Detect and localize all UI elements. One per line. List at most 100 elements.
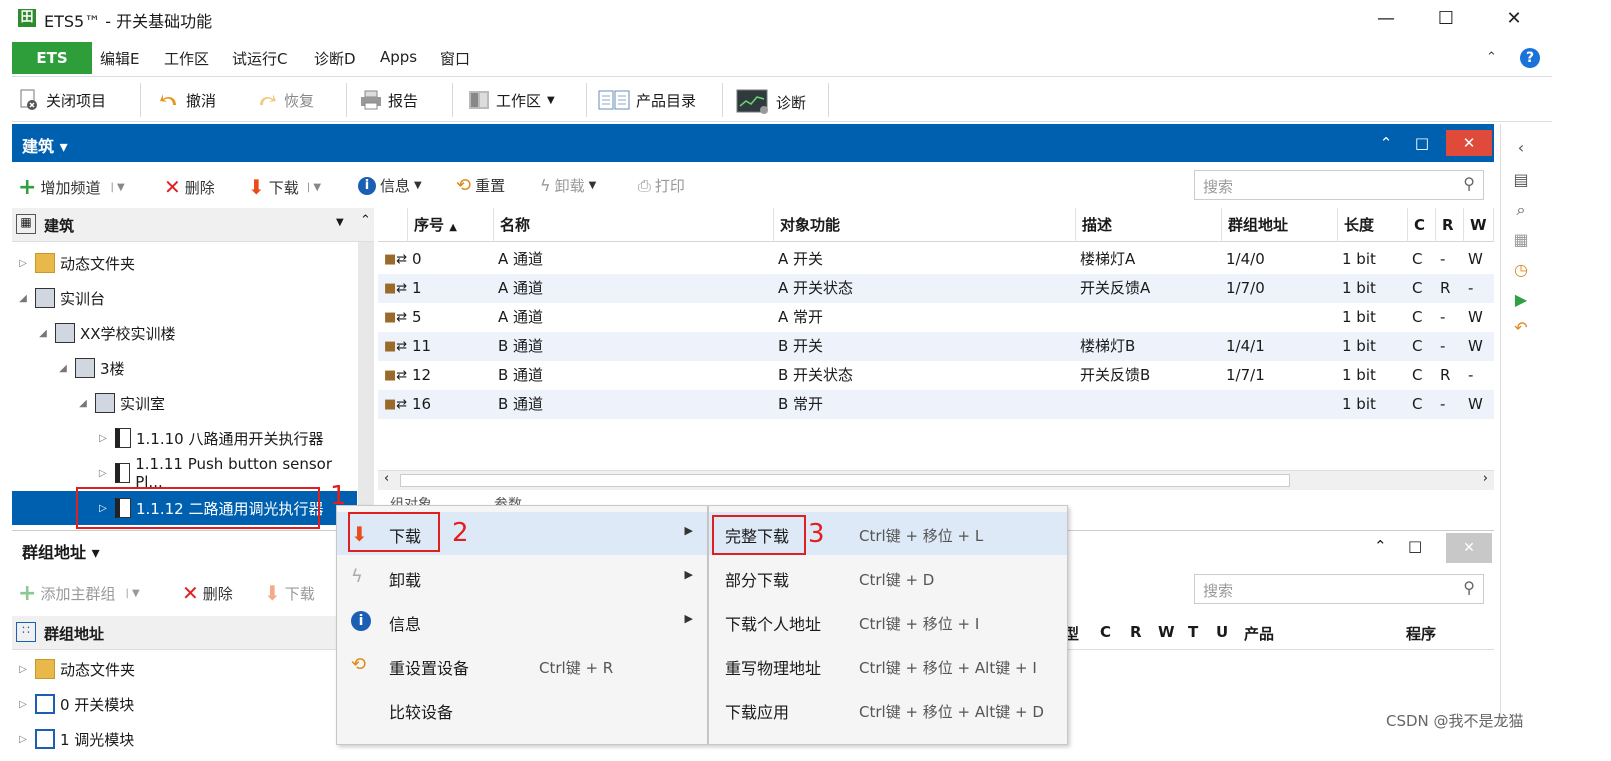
table-row[interactable]: ■⇄ 11 B 通道 B 开关 楼梯灯B 1/4/1 1 bit C - W xyxy=(378,332,1494,361)
submenu-item[interactable]: 下载个人地址 Ctrl键 + 移位 + I xyxy=(709,600,1067,643)
group-download-button[interactable]: ⬇ 下载 xyxy=(264,581,315,605)
column-length[interactable]: 长度 xyxy=(1338,208,1408,242)
group-column-header[interactable]: W xyxy=(1158,623,1175,641)
group-tree-item[interactable]: ▷ 1 调光模块 xyxy=(12,722,357,756)
building-panel-title[interactable]: 建筑 ▾ xyxy=(22,133,68,157)
group-column-header[interactable]: R xyxy=(1130,623,1142,641)
tree-item[interactable]: ◢ XX学校实训楼 xyxy=(12,316,357,350)
expand-arrow-icon[interactable]: ▷ xyxy=(96,468,110,479)
group-address-panel-title[interactable]: 群组地址 ▾ xyxy=(22,539,100,563)
column-c[interactable]: C xyxy=(1408,208,1436,242)
scroll-right-icon[interactable]: › xyxy=(1483,471,1488,486)
undo-button[interactable]: 撤消 xyxy=(158,89,216,111)
properties-icon[interactable]: ▤ xyxy=(1511,170,1531,190)
table-row[interactable]: ■⇄ 5 A 通道 A 常开 1 bit C - W xyxy=(378,303,1494,332)
add-main-group-button[interactable]: + 添加主群组 | ▼ xyxy=(18,581,140,606)
chevron-left-icon[interactable]: ‹ xyxy=(1511,138,1531,158)
menu-edit[interactable]: 编辑E xyxy=(100,48,139,69)
chevron-down-icon[interactable]: | ▼ xyxy=(307,182,321,193)
panel-maximize-button[interactable]: □ xyxy=(1408,537,1422,555)
building-search-input[interactable]: 搜索 ⚲ xyxy=(1194,170,1484,200)
group-column-header[interactable]: 程序 xyxy=(1406,623,1436,644)
column-w[interactable]: W xyxy=(1464,208,1494,242)
group-column-header[interactable]: U xyxy=(1216,623,1228,641)
submenu-item[interactable]: 部分下载 Ctrl键 + D xyxy=(709,556,1067,599)
table-row[interactable]: ■⇄ 0 A 通道 A 开关 楼梯灯A 1/4/0 1 bit C - W xyxy=(378,245,1494,274)
column-name[interactable]: 名称 xyxy=(494,208,774,242)
reset-button[interactable]: ⟲ 重置 xyxy=(456,175,505,196)
table-row[interactable]: ■⇄ 12 B 通道 B 开关状态 开关反馈B 1/7/1 1 bit C R - xyxy=(378,361,1494,390)
tree-item[interactable]: ◢ 3楼 xyxy=(12,351,357,385)
help-icon[interactable]: ? xyxy=(1520,48,1540,68)
scrollbar-thumb[interactable] xyxy=(400,474,1290,487)
collapse-arrow-icon[interactable]: ◢ xyxy=(36,328,50,339)
context-menu-item[interactable]: ϟ 卸载 ▶ xyxy=(337,556,707,599)
play-icon[interactable]: ▶ xyxy=(1511,290,1531,310)
expand-arrow-icon[interactable]: ▷ xyxy=(96,433,110,444)
close-window-button[interactable]: ✕ xyxy=(1484,4,1544,34)
menu-window[interactable]: 窗口 xyxy=(440,48,470,69)
chevron-down-icon[interactable]: | ▼ xyxy=(110,182,124,193)
group-delete-button[interactable]: ✕ 删除 xyxy=(182,581,233,605)
collapse-arrow-icon[interactable]: ◢ xyxy=(56,363,70,374)
chevron-down-icon[interactable]: ▼ xyxy=(336,217,344,228)
group-tree-item[interactable]: ▷ 0 开关模块 xyxy=(12,687,357,721)
collapse-arrow-icon[interactable]: ◢ xyxy=(16,293,30,304)
ets-menu-button[interactable]: ETS xyxy=(12,42,92,74)
redo-button[interactable]: 恢复 xyxy=(256,89,314,111)
submenu-item[interactable]: 重写物理地址 Ctrl键 + 移位 + Alt键 + I xyxy=(709,644,1067,687)
panel-close-button[interactable]: ✕ xyxy=(1446,533,1492,563)
group-column-header[interactable]: C xyxy=(1100,623,1111,641)
panel-close-button[interactable]: ✕ xyxy=(1446,130,1492,156)
panel-collapse-button[interactable]: ⌃ xyxy=(1374,537,1387,555)
expand-arrow-icon[interactable]: ▷ xyxy=(16,734,30,745)
context-menu-item[interactable]: i 信息 ▶ xyxy=(337,600,707,643)
search-icon[interactable]: ⌕ xyxy=(1511,200,1531,220)
panel-icon[interactable]: ▦ xyxy=(1511,230,1531,250)
delete-button[interactable]: ✕ 删除 xyxy=(164,175,215,199)
grid-horizontal-scrollbar[interactable]: ‹ › xyxy=(378,470,1494,490)
report-button[interactable]: 报告 xyxy=(360,89,418,111)
tree-scrollbar[interactable] xyxy=(358,242,374,520)
expand-arrow-icon[interactable]: ▷ xyxy=(16,664,30,675)
submenu-item[interactable]: 下载应用 Ctrl键 + 移位 + Alt键 + D xyxy=(709,688,1067,731)
menu-workspace[interactable]: 工作区 xyxy=(164,48,209,69)
table-row[interactable]: ■⇄ 1 A 通道 A 开关状态 开关反馈A 1/7/0 1 bit C R - xyxy=(378,274,1494,303)
print-button[interactable]: ⎙ 打印 xyxy=(638,175,685,196)
tree-item[interactable]: ▷ 1.1.11 Push button sensor Pl... xyxy=(12,455,357,491)
scroll-left-icon[interactable]: ‹ xyxy=(384,471,389,486)
menu-apps[interactable]: Apps xyxy=(380,48,417,66)
collapse-arrow-icon[interactable]: ◢ xyxy=(76,398,90,409)
undo-side-icon[interactable]: ↶ xyxy=(1511,318,1531,338)
diagnostics-button[interactable]: 诊断 xyxy=(736,89,806,115)
group-search-input[interactable]: 搜索 ⚲ xyxy=(1194,574,1484,604)
column-number[interactable]: 序号 ▲ xyxy=(408,208,494,242)
expand-arrow-icon[interactable]: ▷ xyxy=(16,258,30,269)
panel-maximize-button[interactable]: □ xyxy=(1408,130,1436,156)
context-menu-item[interactable]: ⟲ 重设置设备 Ctrl键 + R xyxy=(337,644,707,687)
panel-collapse-button[interactable]: ⌃ xyxy=(1372,130,1400,156)
tree-item[interactable]: ▷ 动态文件夹 xyxy=(12,246,357,280)
catalog-button[interactable]: 产品目录 xyxy=(598,89,696,111)
download-button[interactable]: ⬇ 下载 | ▼ xyxy=(248,175,321,199)
clock-icon[interactable]: ◷ xyxy=(1511,260,1531,280)
info-button[interactable]: i 信息 ▼ xyxy=(358,175,422,196)
collapse-ribbon-icon[interactable]: ⌃ xyxy=(1486,50,1497,65)
tree-item[interactable]: ◢ 实训室 xyxy=(12,386,357,420)
workspace-button[interactable]: 工作区 ▼ xyxy=(468,89,555,111)
unload-button[interactable]: ϟ 卸载 ▼ xyxy=(540,175,596,196)
context-menu-item[interactable]: 比较设备 xyxy=(337,688,707,731)
column-object-function[interactable]: 对象功能 xyxy=(774,208,1076,242)
maximize-button[interactable]: ☐ xyxy=(1416,4,1476,34)
column-group-address[interactable]: 群组地址 xyxy=(1222,208,1338,242)
scroll-up-icon[interactable]: ⌃ xyxy=(360,213,371,228)
add-channel-button[interactable]: + 增加频道 | ▼ xyxy=(18,175,125,200)
expand-arrow-icon[interactable]: ▷ xyxy=(16,699,30,710)
close-project-button[interactable]: 关闭项目 xyxy=(18,89,106,111)
group-tree-item[interactable]: ▷ 动态文件夹 xyxy=(12,652,357,686)
minimize-button[interactable]: — xyxy=(1356,4,1416,34)
tree-item[interactable]: ◢ 实训台 xyxy=(12,281,357,315)
menu-commissioning[interactable]: 试运行C xyxy=(232,48,287,69)
chevron-down-icon[interactable]: | ▼ xyxy=(125,588,139,599)
column-description[interactable]: 描述 xyxy=(1076,208,1222,242)
